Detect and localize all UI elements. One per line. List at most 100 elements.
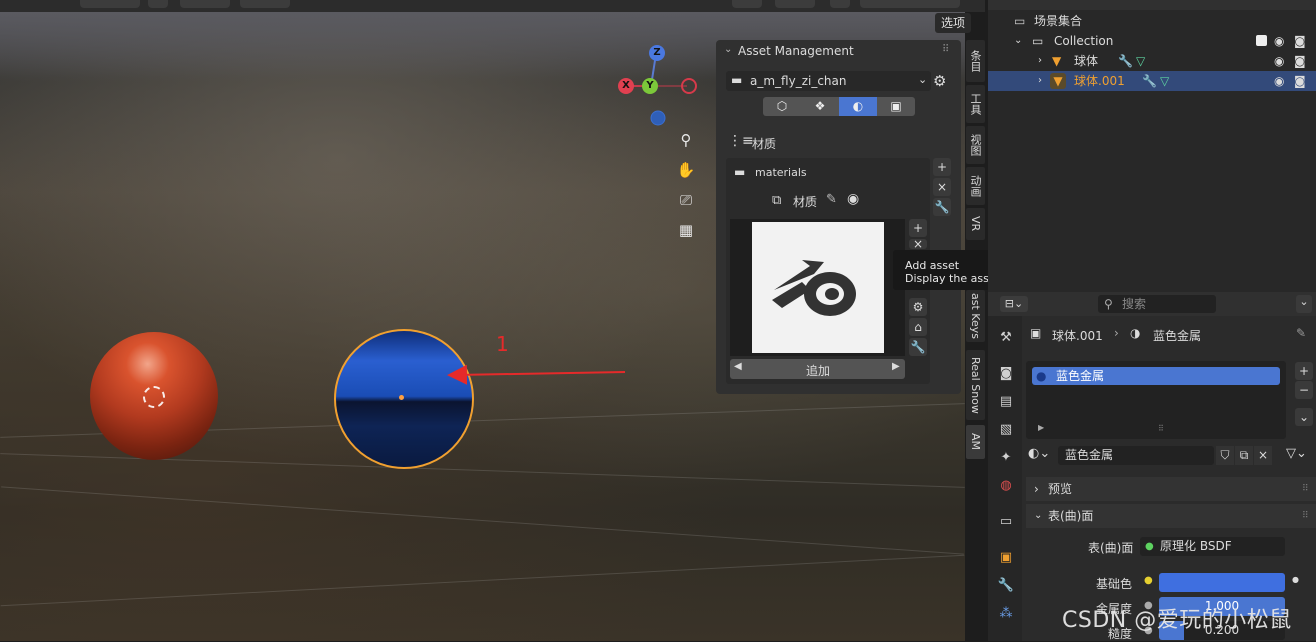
surface-shader-field[interactable]: ● 原理化 BSDF <box>1140 537 1285 556</box>
checkbox-icon[interactable] <box>1256 35 1267 46</box>
tab-am[interactable]: AM <box>966 425 985 459</box>
add-folder-button[interactable]: + <box>933 158 951 176</box>
tab-vr[interactable]: VR <box>966 208 985 240</box>
append-button[interactable]: 追加 <box>806 362 830 379</box>
modifier-wrench-icon[interactable]: 🔧 <box>1118 51 1133 71</box>
material-name-field[interactable]: 蓝色金属 <box>1058 446 1214 465</box>
library-dropdown[interactable]: ▬ a_m_fly_zi_chan ⌄ <box>726 71 931 91</box>
mesh-object-icon: ▼ <box>1052 54 1062 68</box>
outliner-row-object[interactable]: › ▼ 球体 🔧 ▽ ◉ ◙ <box>988 51 1316 71</box>
tab-item[interactable]: 条目 <box>966 40 985 82</box>
add-slot-button[interactable]: + <box>1295 362 1313 380</box>
scene-icon[interactable]: ✦ <box>996 448 1016 468</box>
tab-real-snow[interactable]: Real Snow <box>966 350 985 420</box>
search-icon: ⚲ <box>1104 297 1113 311</box>
modifier-wrench-icon[interactable]: 🔧 <box>996 576 1016 596</box>
expand-arrow-icon[interactable]: ▶ <box>1038 423 1044 432</box>
pin-icon[interactable]: ✎ <box>826 192 837 207</box>
asset-thumbnail[interactable] <box>752 222 884 353</box>
chevron-down-icon[interactable]: ⌄ <box>1014 31 1022 51</box>
search-input[interactable]: ⚲ 搜索 <box>1098 295 1216 313</box>
remove-folder-button[interactable]: × <box>933 178 951 196</box>
collection-icon: ▭ <box>1032 34 1044 48</box>
folder-icon: ▬ <box>734 165 746 179</box>
preview-label: 预览 <box>1048 482 1073 496</box>
browse-material-icon[interactable]: ◐⌄ <box>1028 446 1050 461</box>
wrench-icon[interactable]: 🔧 <box>933 198 951 216</box>
link-type-icon[interactable]: ▽⌄ <box>1286 446 1307 461</box>
world-icon[interactable]: ◍ <box>996 476 1016 496</box>
chevron-right-icon[interactable]: › <box>1038 71 1042 91</box>
particles-icon[interactable]: ⁂ <box>996 604 1016 624</box>
camera-icon[interactable]: ◙ <box>1294 51 1306 71</box>
remove-asset-button[interactable]: × <box>909 238 927 250</box>
model-category-icon[interactable]: ⬡ <box>763 97 801 116</box>
fake-user-shield-icon[interactable]: ⛉ <box>1216 446 1234 465</box>
collection-label: Collection <box>1054 34 1114 48</box>
lock-icon[interactable]: ⌂ <box>909 318 927 336</box>
drag-handle-icon[interactable]: ⠿ <box>1302 477 1309 501</box>
base-color-swatch[interactable] <box>1159 573 1285 592</box>
add-asset-button[interactable]: + <box>909 219 927 237</box>
chevron-down-icon[interactable]: ⌄ <box>724 44 732 55</box>
breadcrumb-separator-icon: › <box>1114 326 1119 340</box>
modifier-wrench-icon[interactable]: 🔧 <box>1142 71 1157 91</box>
outliner-row-scene-collection[interactable]: ▭ 场景集合 <box>988 11 1316 31</box>
new-material-icon: ⧉ <box>772 193 782 208</box>
output-icon[interactable]: ▤ <box>996 392 1016 412</box>
folder-name[interactable]: materials <box>755 166 807 179</box>
eye-icon[interactable]: ◉ <box>1274 51 1284 71</box>
object-icon[interactable]: ▣ <box>996 548 1016 568</box>
collection-icon[interactable]: ▭ <box>996 512 1016 532</box>
chevron-down-icon[interactable]: ⌄ <box>1295 408 1313 426</box>
tool-settings-icon[interactable]: ⚒ <box>996 328 1016 348</box>
collection-icon: ▭ <box>1014 14 1026 28</box>
drag-handle-icon[interactable]: ⠿ <box>942 44 949 55</box>
tab-animation[interactable]: 动画 <box>966 167 985 205</box>
watermark-text: CSDN @爱玩的小松鼠 <box>1062 608 1292 633</box>
chevron-right-icon: › <box>1034 482 1039 496</box>
annotation-number-1: 1 <box>496 332 509 356</box>
eye-icon[interactable]: ◉ <box>1274 31 1284 51</box>
particle-category-icon[interactable]: ❖ <box>801 97 839 116</box>
editor-type-button[interactable]: ⊟⌄ <box>1000 296 1028 312</box>
view-layer-icon[interactable]: ▧ <box>996 420 1016 440</box>
keyframe-dot-icon[interactable]: ● <box>1292 575 1299 584</box>
outliner-row-object-selected[interactable]: › ▼ 球体.001 🔧 ▽ ◉ ◙ <box>988 71 1316 91</box>
surface-section-header[interactable]: ⌄ 表(曲)面 ⠿ <box>1026 504 1316 528</box>
tab-ast-keys[interactable]: ast Keys <box>966 290 985 342</box>
outliner-row-collection[interactable]: ⌄ ▭ Collection ◉ ◙ <box>988 31 1316 51</box>
next-arrow-icon[interactable]: ▶ <box>892 361 900 372</box>
gear-icon[interactable]: ⚙ <box>909 298 927 316</box>
pin-icon[interactable]: ✎ <box>1296 326 1306 340</box>
chevron-right-icon[interactable]: › <box>1038 51 1042 71</box>
unlink-close-icon[interactable]: × <box>1254 446 1272 465</box>
camera-icon[interactable]: ◙ <box>1294 71 1306 91</box>
surface-shader-value: 原理化 BSDF <box>1160 539 1232 553</box>
render-icon[interactable]: ◙ <box>996 364 1016 384</box>
mesh-data-icon[interactable]: ▽ <box>1136 51 1145 71</box>
base-color-label: 基础色 <box>1096 577 1133 591</box>
eye-icon[interactable]: ◉ <box>847 191 859 207</box>
panel-title[interactable]: Asset Management <box>738 44 854 58</box>
chevron-down-icon[interactable]: ⌄ <box>1296 295 1312 313</box>
tab-tool[interactable]: 工具 <box>966 85 985 123</box>
camera-icon[interactable]: ◙ <box>1294 31 1306 51</box>
prev-arrow-icon[interactable]: ◀ <box>734 361 742 372</box>
material-category-icon[interactable]: ◐ <box>839 97 877 116</box>
settings-gear-icon[interactable]: ⚙ <box>933 72 946 90</box>
material-name-value: 蓝色金属 <box>1065 448 1114 462</box>
tab-view[interactable]: 视图 <box>966 126 985 164</box>
material-slot-item[interactable]: ● 蓝色金属 <box>1032 367 1280 385</box>
material-sphere-icon: ◑ <box>1130 326 1141 340</box>
tooltip-title: Add asset <box>905 259 960 272</box>
preview-section-header[interactable]: › 预览 ⠿ <box>1026 477 1316 501</box>
duplicate-icon[interactable]: ⧉ <box>1235 446 1253 465</box>
remove-slot-button[interactable]: − <box>1295 381 1313 399</box>
drag-handle-icon[interactable]: ⠿ <box>1302 504 1309 528</box>
eye-icon[interactable]: ◉ <box>1274 71 1284 91</box>
wrench-icon[interactable]: 🔧 <box>909 338 927 356</box>
mesh-data-icon[interactable]: ▽ <box>1160 71 1169 91</box>
resize-handle-icon[interactable]: ⠿ <box>1158 424 1164 433</box>
world-category-icon[interactable]: ▣ <box>877 97 915 116</box>
